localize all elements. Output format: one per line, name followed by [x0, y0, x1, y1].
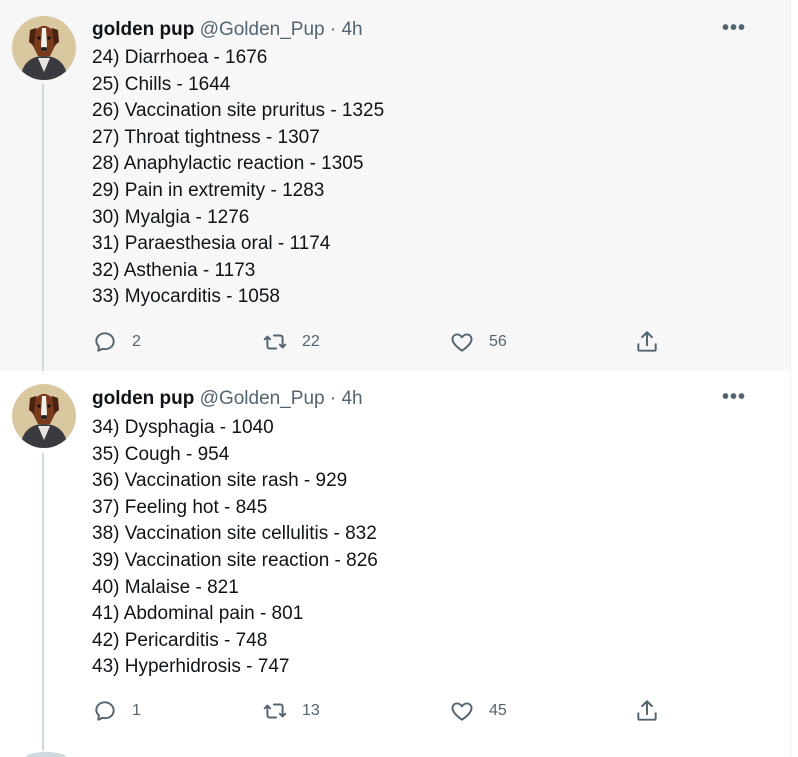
- timestamp[interactable]: 4h: [341, 388, 362, 409]
- user-handle[interactable]: @Golden_Pup: [200, 388, 325, 409]
- like-button[interactable]: 45: [449, 696, 507, 726]
- tweet-line: 36) Vaccination site rash - 929: [92, 470, 348, 492]
- retweet-button[interactable]: 22: [262, 327, 320, 357]
- reply-count: 1: [132, 702, 141, 719]
- tweet-line: 37) Feeling hot - 845: [92, 496, 268, 518]
- tweet-line: 35) Cough - 954: [92, 443, 230, 465]
- tweet-line: 30) Myalgia - 1276: [92, 206, 250, 228]
- tweet-header: golden pup @Golden_Pup · 4h •••: [92, 387, 770, 411]
- heart-icon: [451, 333, 473, 352]
- tweet-line: 25) Chills - 1644: [92, 73, 231, 95]
- timestamp[interactable]: 4h: [341, 19, 362, 40]
- tweet-line: 38) Vaccination site cellulitis - 832: [92, 523, 377, 545]
- like-count: 56: [489, 333, 507, 350]
- reply-icon: [95, 332, 115, 352]
- tweet-line: 27) Throat tightness - 1307: [92, 126, 320, 148]
- tweet-line: 40) Malaise - 821: [92, 576, 239, 598]
- heart-icon: [451, 702, 473, 721]
- tweet-line: 26) Vaccination site pruritus - 1325: [92, 100, 385, 122]
- tweet-line: 32) Asthenia - 1173: [92, 259, 256, 281]
- tweet-actions: 1 13 45: [92, 696, 662, 726]
- avatar[interactable]: [12, 384, 76, 448]
- tweet-line: 29) Pain in extremity - 1283: [92, 179, 325, 201]
- tweet-line: 24) Diarrhoea - 1676: [92, 47, 268, 68]
- retweet-icon: [263, 703, 287, 719]
- tweet-line: 31) Paraesthesia oral - 1174: [92, 233, 331, 255]
- reply-count: 2: [132, 333, 141, 350]
- avatar[interactable]: [12, 16, 76, 80]
- tweet-actions: 2 22 56: [92, 327, 662, 357]
- tweet-line: 39) Vaccination site reaction - 826: [92, 549, 378, 571]
- retweet-count: 22: [302, 333, 320, 350]
- tweet-line: 33) Myocarditis - 1058: [92, 286, 280, 308]
- display-name[interactable]: golden pup: [92, 388, 194, 409]
- tweet-line: 34) Dysphagia - 1040: [92, 417, 274, 438]
- timeline: golden pup @Golden_Pup · 4h ••• 24) Diar…: [0, 0, 791, 757]
- like-button[interactable]: 56: [449, 327, 507, 357]
- tweet-line: 42) Pericarditis - 748: [92, 629, 268, 651]
- tweet-header: golden pup @Golden_Pup · 4h •••: [92, 18, 770, 42]
- reply-icon: [95, 701, 115, 721]
- retweet-icon: [263, 334, 287, 350]
- separator-dot: ·: [329, 19, 337, 40]
- tweet-line: 41) Abdominal pain - 801: [92, 603, 304, 625]
- tweet[interactable]: golden pup @Golden_Pup · 4h ••• 24) Diar…: [0, 0, 790, 371]
- next-tweet-avatar[interactable]: [26, 752, 66, 757]
- user-handle[interactable]: @Golden_Pup: [200, 19, 325, 40]
- tweet[interactable]: golden pup @Golden_Pup · 4h ••• 34) Dysp…: [0, 371, 790, 751]
- more-icon[interactable]: •••: [722, 18, 746, 38]
- share-button[interactable]: [634, 696, 660, 726]
- display-name[interactable]: golden pup: [92, 19, 194, 40]
- reply-button[interactable]: 1: [92, 696, 141, 726]
- share-icon: [637, 331, 657, 352]
- separator-dot: ·: [329, 388, 337, 409]
- tweet-text: 24) Diarrhoea - 1676 25) Chills - 1644 2…: [92, 45, 770, 311]
- dog-portrait-icon: [12, 384, 76, 448]
- tweet-line: 28) Anaphylactic reaction - 1305: [92, 153, 364, 175]
- more-icon[interactable]: •••: [722, 387, 746, 407]
- dog-portrait-icon: [12, 16, 76, 80]
- retweet-count: 13: [302, 702, 320, 719]
- share-button[interactable]: [634, 327, 660, 357]
- thread-line: [42, 453, 44, 751]
- reply-button[interactable]: 2: [92, 327, 141, 357]
- tweet-line: 43) Hyperhidrosis - 747: [92, 656, 290, 678]
- tweet-text: 34) Dysphagia - 1040 35) Cough - 954 36)…: [92, 415, 770, 681]
- retweet-button[interactable]: 13: [262, 696, 320, 726]
- like-count: 45: [489, 702, 507, 719]
- share-icon: [637, 700, 657, 721]
- thread-line: [42, 84, 44, 371]
